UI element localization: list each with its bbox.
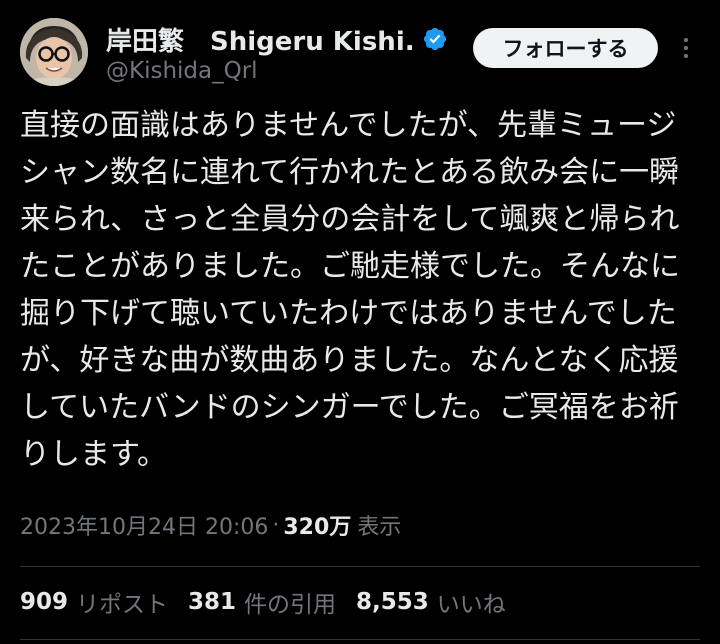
author-display-name[interactable]: 岸田繁 Shigeru Kishi... [106, 21, 416, 58]
view-count: 320万 [283, 515, 352, 540]
verified-badge-icon [422, 26, 448, 52]
tweet-meta: 2023年10月24日 20:06 · 320万 表示 [20, 508, 401, 542]
avatar[interactable] [20, 18, 88, 86]
repost-count[interactable]: 909 リポスト [20, 585, 168, 619]
tweet-text: 直接の面識はありませんでしたが、先輩ミュージシャン数名に連れて行かれたとある飲み… [20, 108, 680, 472]
meta-separator: · [272, 512, 280, 538]
stat-label: リポスト [76, 592, 169, 618]
author-handle[interactable]: @Kishida_Qrl [106, 58, 258, 84]
stat-label: いいね [436, 592, 506, 618]
follow-button[interactable]: フォローする [473, 28, 658, 68]
divider [20, 639, 700, 640]
stat-label: 件の引用 [244, 592, 337, 618]
stat-number: 909 [20, 589, 69, 615]
stat-number: 381 [188, 589, 237, 615]
author-name-row: 岸田繁 Shigeru Kishi... [106, 21, 448, 58]
view-label: 表示 [357, 515, 402, 540]
quote-count[interactable]: 381 件の引用 [188, 585, 336, 619]
more-horizontal-icon[interactable] [676, 30, 696, 66]
stat-number: 8,553 [356, 589, 429, 615]
engagement-stats: 909 リポスト 381 件の引用 8,553 いいね [20, 584, 526, 620]
like-count[interactable]: 8,553 いいね [356, 585, 506, 619]
divider [20, 566, 700, 567]
avatar-image [20, 18, 88, 86]
tweet-detail: 岸田繁 Shigeru Kishi... @Kishida_Qrl フォローする… [0, 0, 720, 644]
tweet-timestamp[interactable]: 2023年10月24日 20:06 [20, 509, 268, 541]
